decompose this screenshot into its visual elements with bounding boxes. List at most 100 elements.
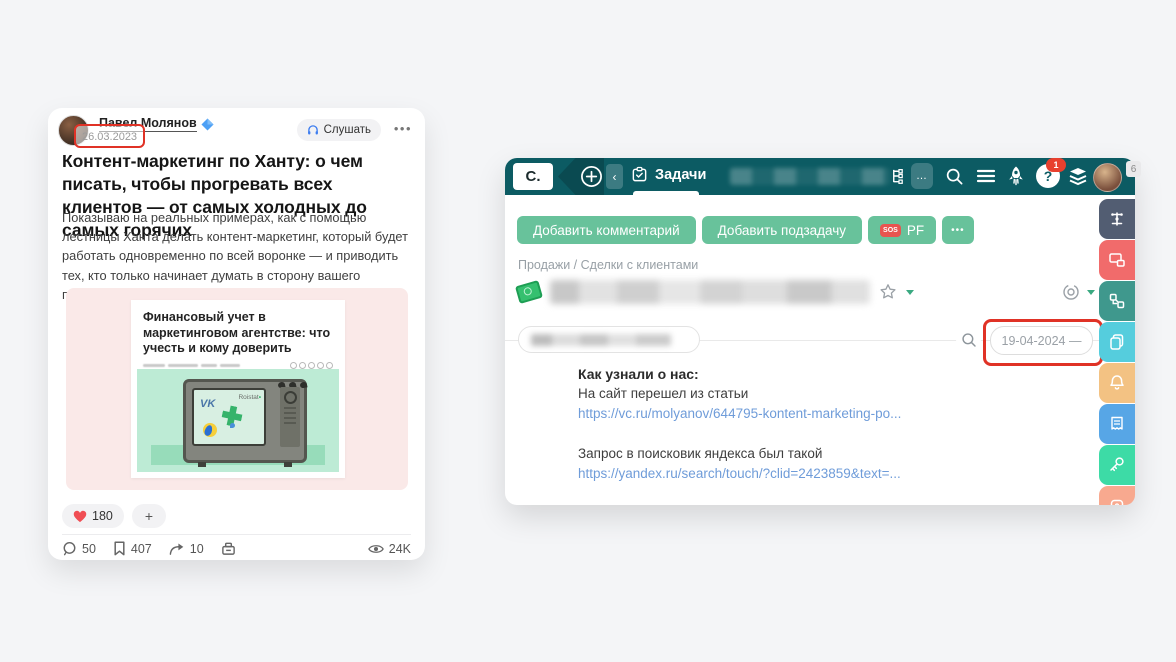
crm-card: C. ‹ Задачи … ? 1 6 Добавить комментарий… [505,158,1141,505]
flow-nodes-icon [1109,293,1125,309]
right-sidebar [1099,199,1135,505]
listen-button[interactable]: Слушать [296,119,381,141]
search-icon [946,168,963,185]
sidebar-attachments-button[interactable] [1099,486,1135,505]
task-comment: Как узнали о нас: На сайт перешел из ста… [578,364,1048,484]
sidebar-access-button[interactable] [1099,445,1135,485]
bookmark-icon [114,541,125,556]
sidebar-automation-button[interactable] [1099,199,1135,239]
redacted-stage-label [531,333,671,346]
header-more-button[interactable]: … [911,163,933,189]
vc-article-link[interactable]: https://vc.ru/molyanov/644795-kontent-ma… [578,404,1048,424]
shares-count: 10 [189,541,204,556]
sidebar-notes-button[interactable] [1099,404,1135,444]
views-count: 24K [388,541,411,556]
donate-button[interactable] [221,541,236,556]
tv-illustration: VK Roistat• [183,379,308,467]
breadcrumb[interactable]: Продажи / Сделки с клиентами [518,258,698,272]
tree-view-button[interactable] [889,166,908,186]
key-icon [1110,457,1124,472]
views-counter: 24K [367,541,411,556]
tv-screen: VK Roistat• [192,388,266,446]
comments-count: 50 [82,541,96,556]
tree-icon [893,169,903,184]
comments-button[interactable]: 50 [62,541,96,556]
paperclip-icon [1110,499,1124,505]
article-cover-image: VK Roistat• [137,369,339,472]
timeline-stage-pill[interactable] [518,326,700,353]
tab-tasks-label: Задачи [655,166,707,183]
donate-icon [221,542,235,555]
money-icon [514,280,544,304]
receipt-icon [1111,416,1123,430]
post-card: Павел Молянов 26.03.2023 Слушать ••• Кон… [48,108,425,560]
date-range-field[interactable]: 19-04-2024 — [990,326,1093,355]
watchers-icon[interactable] [1060,283,1082,301]
crm-header: C. ‹ Задачи … ? 1 [505,158,1135,195]
post-more-button[interactable]: ••• [394,121,412,136]
sidebar-process-button[interactable] [1099,281,1135,321]
layers-button[interactable] [1067,166,1089,186]
active-tab-indicator [633,191,699,195]
add-reaction-button[interactable]: + [131,504,167,528]
tab-tasks[interactable]: Задачи [631,166,706,183]
comment-icon [63,541,76,556]
star-dropdown-caret[interactable] [906,289,914,295]
verified-icon [201,117,214,131]
watchers-dropdown-caret[interactable] [1087,289,1095,295]
plus-circle-icon [581,166,602,187]
yandex-ball-graphic [203,423,217,437]
help-notification-badge: 1 [1046,158,1066,172]
bookmarks-count: 407 [130,541,152,556]
share-arrow-icon [169,543,184,555]
bird-graphic [230,423,235,428]
add-subtask-button[interactable]: Добавить подзадачу [701,216,863,244]
user-avatar[interactable] [1093,163,1122,192]
timeline-search-button[interactable] [956,327,981,352]
hamburger-icon [976,169,996,183]
launch-button[interactable] [1006,165,1026,187]
add-button[interactable] [580,165,603,188]
magnifier-icon [961,332,976,347]
divider [62,534,411,535]
yandex-search-link[interactable]: https://yandex.ru/search/touch/?clid=242… [578,464,1048,484]
layers-icon [1069,168,1087,186]
back-button[interactable]: ‹ [606,164,623,189]
heart-icon [73,510,87,522]
redacted-header-text [730,168,890,185]
sidebar-boards-button[interactable] [1099,240,1135,280]
clipboard-check-icon [632,166,647,182]
like-count: 180 [92,509,113,523]
listen-label: Слушать [323,124,371,136]
more-actions-button[interactable]: ••• [942,216,974,244]
sidebar-copy-button[interactable] [1099,322,1135,362]
comment-line: На сайт перешел из статьи [578,386,749,401]
roistat-logo: Roistat• [238,394,261,401]
like-button[interactable]: 180 [62,504,124,528]
bookmark-button[interactable]: 407 [113,541,152,556]
menu-button[interactable] [976,168,996,184]
eye-icon [367,544,384,553]
comment-heading: Как узнали о нас: [578,366,699,382]
post-date: 26.03.2023 [82,131,138,143]
redacted-deal-title [550,280,870,304]
add-comment-button[interactable]: Добавить комментарий [517,216,696,244]
help-button[interactable]: ? 1 [1036,158,1066,188]
tv-foot [198,462,206,467]
app-logo[interactable]: C. [513,163,553,190]
article-title: Финансовый учет в маркетинговом агентств… [143,310,331,356]
date-annotation-box: 26.03.2023 [74,124,146,148]
sidebar-notifications-button[interactable] [1099,363,1135,403]
tv-foot [284,462,292,467]
share-button[interactable]: 10 [169,542,204,556]
star-icon[interactable] [879,283,897,301]
sos-badge: SOS [880,223,901,237]
embedded-article-card[interactable]: Финансовый учет в маркетинговом агентств… [66,288,408,490]
article-share-icons [290,361,333,369]
search-button[interactable] [945,167,964,186]
rocket-icon [1009,166,1023,186]
plus-icon: + [144,508,154,524]
screenshot-stage: Павел Молянов 26.03.2023 Слушать ••• Кон… [0,0,1176,662]
panels-icon [1109,253,1125,267]
sos-pf-button[interactable]: SOS PF [868,216,937,244]
